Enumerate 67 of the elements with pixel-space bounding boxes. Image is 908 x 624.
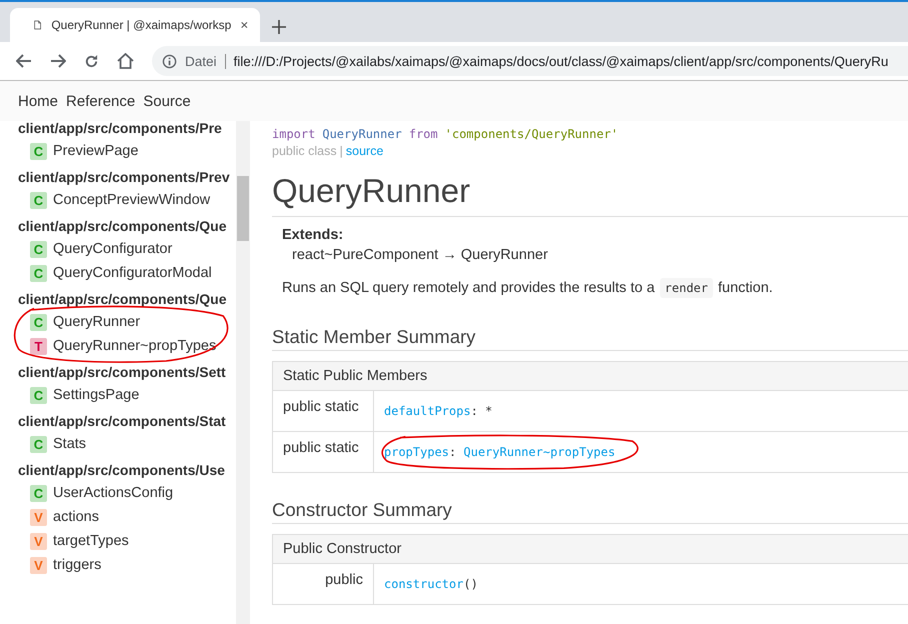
new-tab-icon[interactable]	[272, 20, 286, 34]
reload-icon[interactable]	[84, 54, 99, 68]
nav-link[interactable]: Home	[18, 92, 58, 110]
modifier-cell: public static	[272, 390, 374, 432]
class-title: QueryRunner	[272, 172, 908, 217]
group-heading: client/app/src/components/Que	[18, 217, 228, 236]
group-heading: client/app/src/components/Prev	[18, 168, 231, 187]
sidebar-item[interactable]: T QueryRunner~propTypes	[18, 334, 236, 358]
url-text: file:///D:/Projects/@xailabs/xaimaps/@xaimaps/docs/out/class/@xaimaps/client/app/src/components/QueryRu	[234, 54, 888, 68]
sidebar-item[interactable]: V targetTypes	[18, 529, 236, 553]
type-text: ()	[463, 577, 478, 591]
group-heading: client/app/src/components/Que	[18, 290, 228, 309]
page-icon	[34, 18, 42, 32]
group-heading: client/app/src/components/Use	[18, 461, 226, 480]
table-header: Public Constructor	[272, 534, 908, 564]
colon: :	[470, 404, 478, 418]
kind-badge: C	[30, 314, 47, 330]
back-icon[interactable]	[16, 54, 32, 68]
separator: |	[340, 144, 343, 158]
sidebar-item[interactable]: V triggers	[18, 553, 236, 577]
kind-badge: C	[30, 142, 47, 160]
extends-label: Extends:	[282, 227, 344, 243]
modifier-cell: public static	[272, 432, 374, 472]
browser-tab[interactable]: QueryRunner | @xaimaps/worksp	[10, 8, 260, 42]
extends-chain: react~PureComponent → QueryRunner	[291, 247, 549, 263]
modifier-cell: public	[272, 564, 374, 604]
sidebar-item[interactable]: C ConceptPreviewWindow	[18, 188, 236, 212]
sidebar-item[interactable]: C PreviewPage	[18, 139, 236, 163]
group-heading: client/app/src/components/Pre	[18, 121, 223, 138]
type-text: *	[485, 404, 492, 418]
sidebar-item[interactable]: C SettingsPage	[18, 383, 236, 407]
home-icon[interactable]	[117, 53, 134, 69]
kind-badge: T	[30, 338, 47, 354]
section-heading: Static Member Summary	[272, 326, 908, 351]
nav-link[interactable]: Reference	[66, 92, 136, 110]
scrollbar[interactable]	[236, 121, 250, 624]
sidebar-item[interactable]: V actions	[18, 505, 236, 529]
description-text: function.	[718, 280, 773, 296]
sidebar-item[interactable]: C Stats	[18, 432, 236, 456]
info-icon	[162, 54, 177, 68]
group-heading: client/app/src/components/Stat	[18, 412, 227, 431]
sidebar-item[interactable]: C UserActionsConfig	[18, 481, 236, 505]
inline-code: render	[660, 278, 713, 298]
kind-badge: C	[30, 240, 47, 258]
kind-badge: C	[30, 192, 47, 208]
address-bar[interactable]: Datei file:///D:/Projects/@xailabs/xaimaps/@xaimaps/docs/out/class/@xaimaps/client/app/src/components/QueryRu	[152, 46, 908, 76]
sidebar-item[interactable]: C QueryRunner	[18, 310, 236, 334]
kind-badge: V	[30, 532, 47, 550]
nav-link[interactable]: Source	[143, 92, 191, 110]
access-label: public class	[272, 144, 337, 158]
kind-badge: C	[30, 386, 47, 404]
kind-badge: V	[30, 508, 47, 526]
group-heading: client/app/src/components/Sett	[18, 363, 227, 382]
colon: :	[449, 445, 456, 459]
kind-badge: C	[30, 436, 47, 452]
kind-badge: C	[30, 264, 47, 282]
table-header: Static Public Members	[272, 362, 908, 390]
forward-icon[interactable]	[50, 54, 66, 68]
description-text: Runs an SQL query remotely and provides the results to a	[282, 280, 655, 296]
close-icon[interactable]	[241, 20, 248, 30]
address-label: Datei	[185, 54, 226, 68]
section-heading: Constructor Summary	[272, 499, 908, 524]
sidebar-item[interactable]: C QueryConfiguratorModal	[18, 261, 236, 285]
kind-badge: C	[30, 484, 47, 502]
kind-badge: V	[30, 556, 47, 574]
import-statement: import QueryRunner from 'components/QueryRunner'	[272, 127, 620, 141]
sidebar-item[interactable]: C QueryConfigurator	[18, 237, 236, 261]
